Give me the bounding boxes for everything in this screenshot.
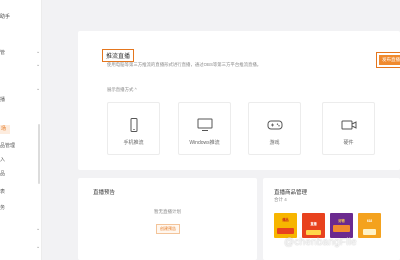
live-stream-card: 推流直播 使用电脑等第三方推流的直播形式进行直播，通过OBS等第三方平台推流直播… [78,31,400,170]
goods-title: 直播商品管理 [274,190,308,196]
sidebar-item-label: 管 [0,50,6,56]
phone-icon [130,118,137,132]
sidebar-item-label: 品管理 [0,143,16,149]
monitor-icon [197,118,212,131]
live-method-toggle[interactable]: 展示直播方式 ^ [107,87,137,93]
goods-thumbnail[interactable]: 好物 [330,213,353,238]
chevron-down-icon: ⌄ [36,226,41,232]
page-title: 推流直播 [102,49,135,62]
live-notice-card: 直播预告 暂无直播计划 创建预告 [78,178,257,260]
tool-hardware-stream[interactable]: 硬件 [322,102,375,155]
sidebar-item-8[interactable]: 入 [0,156,5,165]
chevron-down-icon: ⌄ [36,49,41,55]
chevron-down-icon: ⌄ [36,62,41,68]
goods-thumbnail[interactable]: 直播 [302,213,325,238]
chevron-down-icon: ⌄ [36,86,41,92]
brand-label: 助手 [0,14,11,20]
sidebar-item-label: 播 [0,97,6,103]
gamepad-icon [267,120,282,130]
sidebar-item-label: 表 [0,189,6,195]
sidebar: 助手 管 ⌄ ⌄ ⌄ 播 场 品管理 入 品 表 务 ⌄ ⌄ [0,0,42,260]
sidebar-item-label: 入 [0,157,6,163]
chevron-up-icon: ^ [134,87,137,92]
tool-label: 手机推流 [123,140,144,146]
empty-state-text: 暂无直播计划 [154,209,181,214]
chevron-down-icon: ⌄ [36,244,41,250]
sidebar-item-label: 品 [0,171,6,177]
tool-label: 硬件 [343,140,354,146]
publish-live-button[interactable]: 发布直播 [379,55,400,65]
tool-label: Windows推流 [189,140,220,146]
page-description: 使用电脑等第三方推流的直播形式进行直播，通过OBS等第三方平台推流直播。 [107,62,262,67]
create-notice-button[interactable]: 创建预告 [156,224,180,234]
camera-icon [341,120,356,130]
goods-thumbnail[interactable]: 618 [358,213,381,238]
notice-title: 直播预告 [93,190,116,196]
live-method-toggle-label: 展示直播方式 [107,87,134,92]
sidebar-scrollbar[interactable] [38,124,40,184]
goods-thumbnail[interactable]: 爆品 [274,213,297,238]
publish-button-highlight: 发布直播 [376,52,400,68]
sidebar-item-0[interactable]: 管 [0,49,5,58]
sidebar-item-label: 务 [0,205,6,211]
sidebar-item-6-active[interactable]: 场 [0,125,10,134]
sidebar-item-10[interactable]: 表 [0,188,5,197]
sidebar-item-label: 场 [1,126,7,132]
tool-game-stream[interactable]: 游戏 [248,102,301,155]
watermark-text: @chenbangFlle [284,237,357,248]
sidebar-item-7[interactable]: 品管理 [0,142,15,151]
tool-phone-stream[interactable]: 手机推流 [107,102,160,155]
sidebar-item-4[interactable]: 播 [0,96,5,105]
goods-count: 合计 4 [274,197,287,202]
sidebar-item-9[interactable]: 品 [0,170,5,179]
tool-label: 游戏 [269,140,280,146]
tool-windows-stream[interactable]: Windows推流 [178,102,231,155]
sidebar-item-11[interactable]: 务 [0,204,5,213]
